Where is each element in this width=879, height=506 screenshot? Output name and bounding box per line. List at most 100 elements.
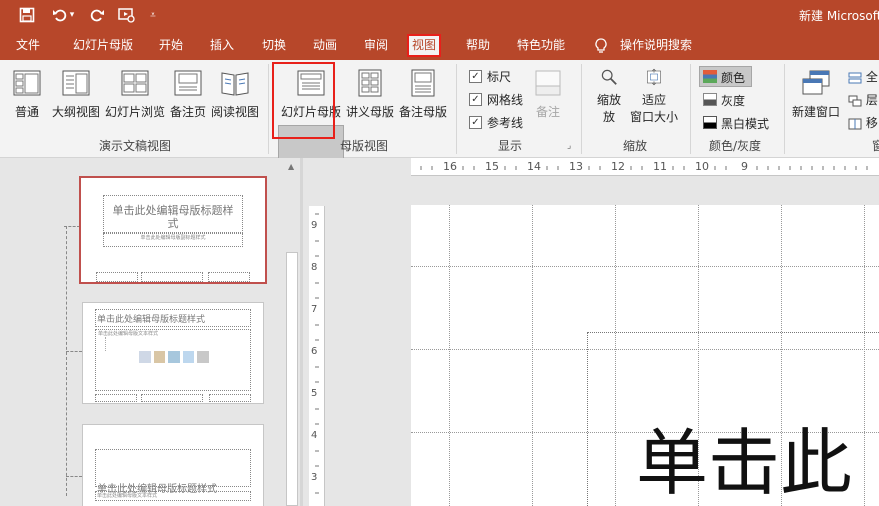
notes-master-button[interactable]: 备注母版 <box>399 65 447 125</box>
ribbon-tabs: 文件 幻灯片母版 开始 插入 切换 动画 审阅 视图 帮助 特色功能 操作说明搜… <box>0 31 879 60</box>
layout-connector <box>66 476 82 477</box>
zoom-button[interactable]: 缩放 放 <box>594 65 624 125</box>
chart-icon <box>153 351 166 363</box>
tab-slide-master[interactable]: 幻灯片母版 <box>71 34 135 57</box>
notes-toggle-button[interactable]: 备注 <box>533 65 563 125</box>
picture-icon <box>182 351 195 363</box>
gridlines-checkbox[interactable]: ✓ 网格线 <box>469 91 523 108</box>
group-separator <box>268 64 269 154</box>
thumb-footer-center <box>141 272 203 282</box>
save-icon[interactable] <box>16 5 38 25</box>
tab-insert[interactable]: 插入 <box>208 34 236 57</box>
thumb-subtitle-text: 单击此处编辑母版副标题样式 <box>140 235 206 241</box>
vruler-ticks <box>315 213 319 494</box>
new-window-icon <box>802 70 830 95</box>
move-split-icon <box>848 118 862 129</box>
thumb-footer-right <box>209 394 251 402</box>
outline-view-button[interactable]: 大纲视图 <box>52 65 100 125</box>
arrange-all-button[interactable]: 全 <box>848 68 878 85</box>
thumb-master-title: 单击此处编辑母版标题样 <box>112 204 234 217</box>
slide-thumbnail-pane[interactable]: 单击此处编辑母版标题样 式 单击此处编辑母版副标题样式 单击此处编辑母版标题样式… <box>0 158 300 506</box>
thumb-content-icons <box>139 351 209 369</box>
title-bar: ▾ ⩡ 新建 Microsoft <box>0 0 879 31</box>
tab-home[interactable]: 开始 <box>157 34 185 57</box>
thumbnail-scrollbar[interactable]: ▲ <box>285 158 299 506</box>
thumb-footer-left <box>96 272 138 282</box>
reading-view-button[interactable]: 阅读视图 <box>211 65 259 125</box>
powerpoint-window: ▾ ⩡ 新建 Microsoft 文件 幻灯片母版 开始 插入 切换 动画 审阅… <box>0 0 879 506</box>
new-window-button[interactable]: 新建窗口 <box>792 65 840 125</box>
reading-view-icon <box>221 72 249 96</box>
ruler-check-icon: ✓ <box>469 70 482 83</box>
thumb-footer-right <box>208 272 250 282</box>
notes-icon <box>535 70 561 96</box>
tab-review[interactable]: 审阅 <box>362 34 390 57</box>
guides-checkbox[interactable]: ✓ 参考线 <box>469 114 523 131</box>
ruler-checkbox[interactable]: ✓ 标尺 <box>469 68 511 85</box>
tab-view[interactable]: 视图 <box>407 34 442 57</box>
scroll-up-arrow-icon[interactable]: ▲ <box>288 162 294 171</box>
layout-thumbnail-title-content[interactable]: 单击此处编辑母版标题样式 单击此处编辑母版文本样式 <box>82 302 264 404</box>
tell-me-search[interactable]: 操作说明搜索 <box>618 34 694 57</box>
layout-connector <box>64 226 80 227</box>
tab-file[interactable]: 文件 <box>14 34 42 57</box>
thumb-footer-left <box>95 394 137 402</box>
window-title: 新建 Microsoft <box>799 9 879 23</box>
notes-master-icon <box>411 69 435 97</box>
gridline <box>411 266 879 267</box>
handout-master-button[interactable]: 讲义母版 <box>346 65 394 125</box>
layout-thumbnail-section-header[interactable]: 单击此处编辑母版标题样式 单击此处编辑母版文本样式 <box>82 424 264 506</box>
black-white-swatch-icon <box>703 116 717 129</box>
start-slideshow-icon[interactable] <box>116 5 138 25</box>
arrange-all-icon <box>848 72 862 83</box>
fit-window-icon <box>647 68 661 86</box>
ruler-ticks <box>420 166 868 170</box>
ribbon-view: 普通 大纲视图 幻灯片浏览 备注页 阅读视图 演示文稿视图 幻灯片母版 讲义母版 <box>0 60 879 193</box>
layout-connector <box>66 351 82 352</box>
vertical-ruler: 9 8 7 6 5 4 3 <box>309 206 325 506</box>
tab-help[interactable]: 帮助 <box>464 34 492 57</box>
slide-master-thumbnail[interactable]: 单击此处编辑母版标题样 式 单击此处编辑母版副标题样式 <box>79 176 267 284</box>
magnifier-icon <box>601 69 617 85</box>
scrollbar-thumb[interactable] <box>286 252 298 506</box>
tab-animations[interactable]: 动画 <box>311 34 339 57</box>
thumb-bullet-levels <box>105 337 125 351</box>
notes-page-button[interactable]: 备注页 <box>170 65 206 125</box>
group-label-color: 颜色/灰度 <box>709 139 762 153</box>
group-separator <box>690 64 691 154</box>
slide-title-text[interactable]: 单击此 <box>636 404 852 506</box>
guides-check-icon: ✓ <box>469 116 482 129</box>
group-label-show: 显示 <box>498 139 523 153</box>
color-swatch-icon <box>703 70 717 83</box>
slide-master-highlight <box>272 62 335 139</box>
thumb-master-title-2: 式 <box>167 217 179 230</box>
show-dialog-launcher-icon[interactable]: ⌟ <box>567 141 571 151</box>
smartart-icon <box>168 351 180 363</box>
thumb-content-text: 单击此处编辑母版文本样式 <box>98 331 159 337</box>
tab-transitions[interactable]: 切换 <box>260 34 288 57</box>
group-separator <box>456 64 457 154</box>
normal-view-icon <box>13 70 41 96</box>
move-split-button[interactable]: 移 <box>848 114 878 131</box>
customize-toolbar-icon[interactable]: ⩡ <box>146 5 160 25</box>
horizontal-ruler: 16 15 14 13 12 11 10 9 <box>411 158 879 176</box>
group-label-master-views: 母版视图 <box>340 139 389 153</box>
notes-page-icon <box>174 70 202 96</box>
cascade-button[interactable]: 层 <box>848 91 878 108</box>
cascade-icon <box>848 95 862 106</box>
redo-icon[interactable] <box>86 5 108 25</box>
slide-sorter-icon <box>121 70 149 96</box>
black-white-button[interactable]: 黑白模式 <box>700 113 780 133</box>
fit-to-window-button[interactable]: 适应 窗口大小 <box>630 65 678 125</box>
layout-connector <box>66 226 67 496</box>
normal-view-button[interactable]: 普通 <box>12 65 42 125</box>
group-label-presentation-views: 演示文稿视图 <box>99 139 172 153</box>
outline-view-icon <box>62 70 90 96</box>
slide-sorter-button[interactable]: 幻灯片浏览 <box>105 65 165 125</box>
lightbulb-icon <box>593 34 609 57</box>
tab-special-features[interactable]: 特色功能 <box>515 34 567 57</box>
thumb-layout-title: 单击此处编辑母版标题样式 <box>97 315 206 325</box>
color-button[interactable]: 颜色 <box>699 66 752 87</box>
gridlines-check-icon: ✓ <box>469 93 482 106</box>
undo-dropdown-icon[interactable]: ▾ <box>66 5 78 25</box>
